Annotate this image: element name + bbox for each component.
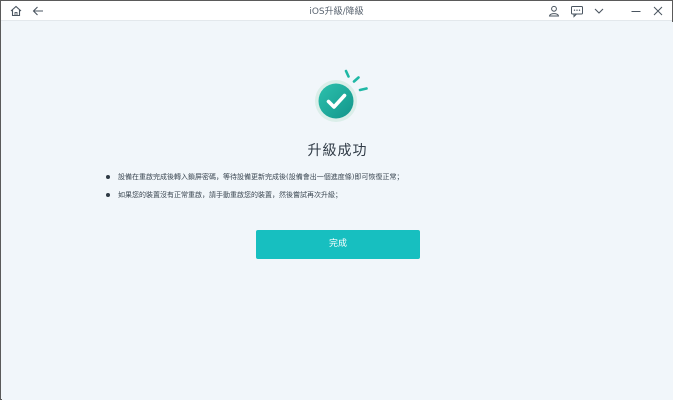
- minimize-icon[interactable]: [629, 4, 643, 18]
- list-item: 設備在重啟完成後轉入鎖屏密碼，等待設備更新完成後(設備會出一個進度條)即可恢復正…: [106, 172, 566, 182]
- note-text: 設備在重啟完成後轉入鎖屏密碼，等待設備更新完成後(設備會出一個進度條)即可恢復正…: [118, 173, 404, 181]
- main-content: 升級成功 設備在重啟完成後轉入鎖屏密碼，等待設備更新完成後(設備會出一個進度條)…: [2, 22, 673, 400]
- done-button[interactable]: 完成: [256, 230, 420, 259]
- instruction-list: 設備在重啟完成後轉入鎖屏密碼，等待設備更新完成後(設備會出一個進度條)即可恢復正…: [106, 172, 566, 208]
- close-icon[interactable]: [651, 4, 665, 18]
- app-window: iOS升級/降級 升級成功 設備在重啟完成後轉入鎖屏密碼，等待設備更新完成後(設…: [0, 0, 673, 400]
- bullet-icon: [106, 193, 110, 197]
- check-circle-icon: [302, 64, 382, 134]
- bullet-icon: [106, 175, 110, 179]
- note-text: 如果您的裝置沒有正常重啟，請手動重啟您的裝置，然後嘗試再次升級；: [118, 191, 342, 199]
- user-icon[interactable]: [547, 4, 561, 18]
- feedback-icon[interactable]: [570, 4, 584, 18]
- title-bar: iOS升級/降級: [1, 1, 672, 21]
- list-item: 如果您的裝置沒有正常重啟，請手動重啟您的裝置，然後嘗試再次升級；: [106, 190, 566, 200]
- page-title: 升級成功: [307, 143, 368, 159]
- chevron-down-icon[interactable]: [592, 4, 606, 18]
